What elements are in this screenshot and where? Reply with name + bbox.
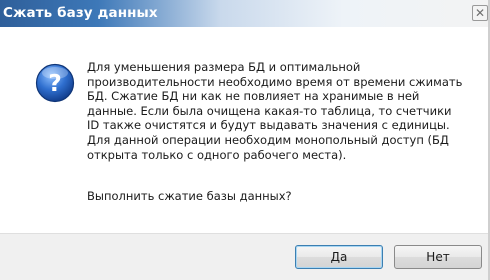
dialog-message: Для уменьшения размера БД и оптимальной …	[87, 60, 463, 162]
dialog-question: Выполнить сжатие базы данных?	[87, 189, 292, 203]
yes-button[interactable]: Да	[295, 245, 383, 269]
no-button[interactable]: Нет	[394, 245, 482, 269]
dialog-footer: Да Нет	[0, 233, 488, 280]
confirm-dialog: Сжать базу данных ✕ ? Для уменьшения раз…	[0, 0, 490, 280]
close-button[interactable]: ✕	[472, 5, 488, 21]
svg-text:?: ?	[48, 71, 61, 97]
question-icon: ?	[35, 63, 75, 103]
dialog-title: Сжать базу данных	[3, 5, 158, 21]
title-bar[interactable]: Сжать базу данных ✕	[0, 0, 488, 27]
close-icon: ✕	[474, 6, 486, 20]
dialog-content: ? Для уменьшения размера БД и оптимально…	[0, 27, 488, 233]
